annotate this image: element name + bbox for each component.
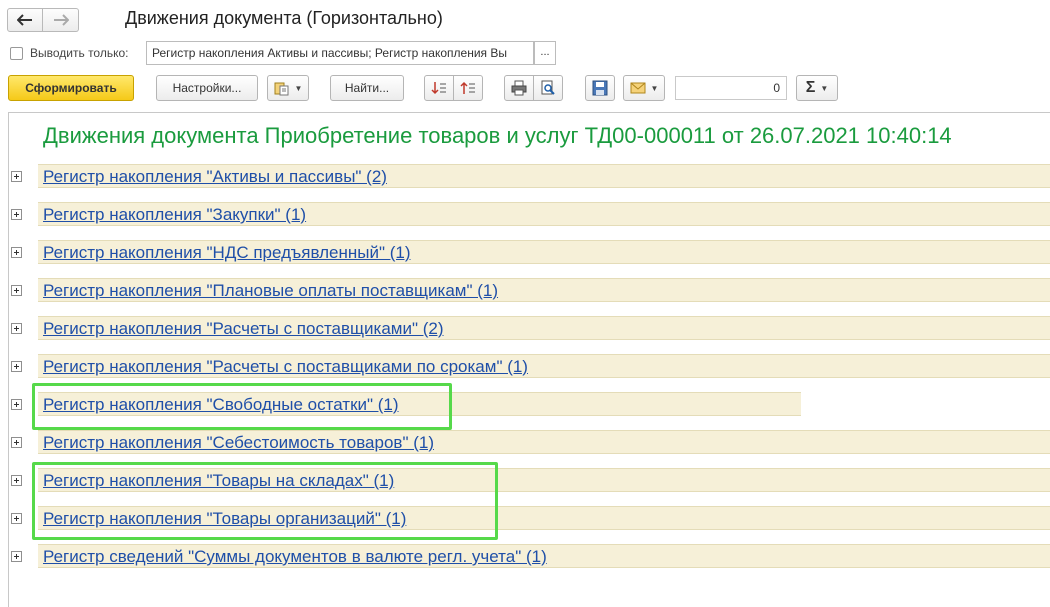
register-group-link[interactable]: Регистр накопления "Закупки" (1) bbox=[43, 205, 306, 225]
output-only-label: Выводить только: bbox=[30, 46, 129, 60]
floppy-disk-icon bbox=[592, 80, 608, 96]
expand-group-icon[interactable] bbox=[11, 513, 22, 524]
chevron-down-icon: ▼ bbox=[650, 83, 659, 93]
register-group-link[interactable]: Регистр накопления "Товары организаций" … bbox=[43, 509, 406, 529]
sigma-icon: Σ bbox=[805, 79, 816, 96]
print-preview-icon bbox=[541, 80, 555, 95]
expand-group-icon[interactable] bbox=[11, 399, 22, 410]
arrow-left-icon bbox=[17, 14, 32, 26]
printer-icon bbox=[511, 80, 527, 96]
collapse-all-button[interactable] bbox=[453, 75, 483, 101]
expand-group-icon[interactable] bbox=[11, 209, 22, 220]
register-group-row: Регистр накопления "Товары на складах" (… bbox=[38, 468, 1050, 492]
register-group-link[interactable]: Регистр накопления "Активы и пассивы" (2… bbox=[43, 167, 387, 187]
expand-groups-icon bbox=[431, 82, 446, 95]
expand-all-button[interactable] bbox=[424, 75, 454, 101]
sum-button[interactable]: Σ ▼ bbox=[796, 75, 838, 101]
register-group-link[interactable]: Регистр накопления "Товары на складах" (… bbox=[43, 471, 394, 491]
register-group-link[interactable]: Регистр накопления "НДС предъявленный" (… bbox=[43, 243, 411, 263]
registers-filter-field[interactable]: Регистр накопления Активы и пассивы; Рег… bbox=[146, 41, 534, 65]
expand-group-icon[interactable] bbox=[11, 551, 22, 562]
register-group-row: Регистр накопления "Плановые оплаты пост… bbox=[38, 278, 1050, 302]
expand-group-icon[interactable] bbox=[11, 247, 22, 258]
report-variants-icon bbox=[274, 82, 289, 96]
expand-group-icon[interactable] bbox=[11, 475, 22, 486]
expand-group-icon[interactable] bbox=[11, 285, 22, 296]
chevron-down-icon: ▼ bbox=[294, 83, 303, 93]
register-group-link[interactable]: Регистр накопления "Себестоимость товаро… bbox=[43, 433, 434, 453]
register-group-link[interactable]: Регистр накопления "Расчеты с поставщика… bbox=[43, 319, 444, 339]
generate-button[interactable]: Сформировать bbox=[8, 75, 134, 101]
register-group-row: Регистр накопления "Расчеты с поставщика… bbox=[38, 316, 1050, 340]
window-title: Движения документа (Горизонтально) bbox=[125, 8, 443, 28]
expand-group-icon[interactable] bbox=[11, 171, 22, 182]
register-group-row: Регистр накопления "НДС предъявленный" (… bbox=[38, 240, 1050, 264]
register-group-row: Регистр накопления "Свободные остатки" (… bbox=[38, 392, 801, 416]
collapse-groups-icon bbox=[460, 81, 475, 94]
register-group-link[interactable]: Регистр накопления "Расчеты с поставщика… bbox=[43, 357, 528, 377]
arrow-right-icon bbox=[53, 14, 69, 26]
output-only-checkbox[interactable] bbox=[10, 47, 23, 60]
expand-group-icon[interactable] bbox=[11, 323, 22, 334]
save-button[interactable] bbox=[585, 75, 615, 101]
register-group-row: Регистр накопления "Активы и пассивы" (2… bbox=[38, 164, 1050, 188]
register-group-row: Регистр накопления "Закупки" (1) bbox=[38, 202, 1050, 226]
register-group-row: Регистр накопления "Себестоимость товаро… bbox=[38, 430, 1050, 454]
envelope-icon bbox=[630, 82, 646, 94]
back-button[interactable] bbox=[7, 8, 43, 32]
forward-button[interactable] bbox=[43, 8, 79, 32]
chevron-down-icon: ▼ bbox=[820, 83, 829, 93]
register-group-row: Регистр накопления "Расчеты с поставщика… bbox=[38, 354, 1050, 378]
print-button[interactable] bbox=[504, 75, 534, 101]
total-value-field[interactable]: 0 bbox=[675, 76, 787, 100]
expand-group-icon[interactable] bbox=[11, 361, 22, 372]
expand-group-icon[interactable] bbox=[11, 437, 22, 448]
register-group-link[interactable]: Регистр накопления "Свободные остатки" (… bbox=[43, 395, 399, 415]
select-registers-button[interactable]: ... bbox=[534, 41, 556, 65]
settings-button[interactable]: Настройки... bbox=[156, 75, 258, 101]
print-preview-button[interactable] bbox=[533, 75, 563, 101]
variants-button[interactable]: ▼ bbox=[267, 75, 309, 101]
find-button[interactable]: Найти... bbox=[330, 75, 404, 101]
report-heading: Движения документа Приобретение товаров … bbox=[43, 123, 952, 148]
register-group-row: Регистр сведений "Суммы документов в вал… bbox=[38, 544, 1050, 568]
register-group-link[interactable]: Регистр накопления "Плановые оплаты пост… bbox=[43, 281, 498, 301]
send-email-button[interactable]: ▼ bbox=[623, 75, 665, 101]
register-group-row: Регистр накопления "Товары организаций" … bbox=[38, 506, 1050, 530]
register-group-link[interactable]: Регистр сведений "Суммы документов в вал… bbox=[43, 547, 547, 567]
